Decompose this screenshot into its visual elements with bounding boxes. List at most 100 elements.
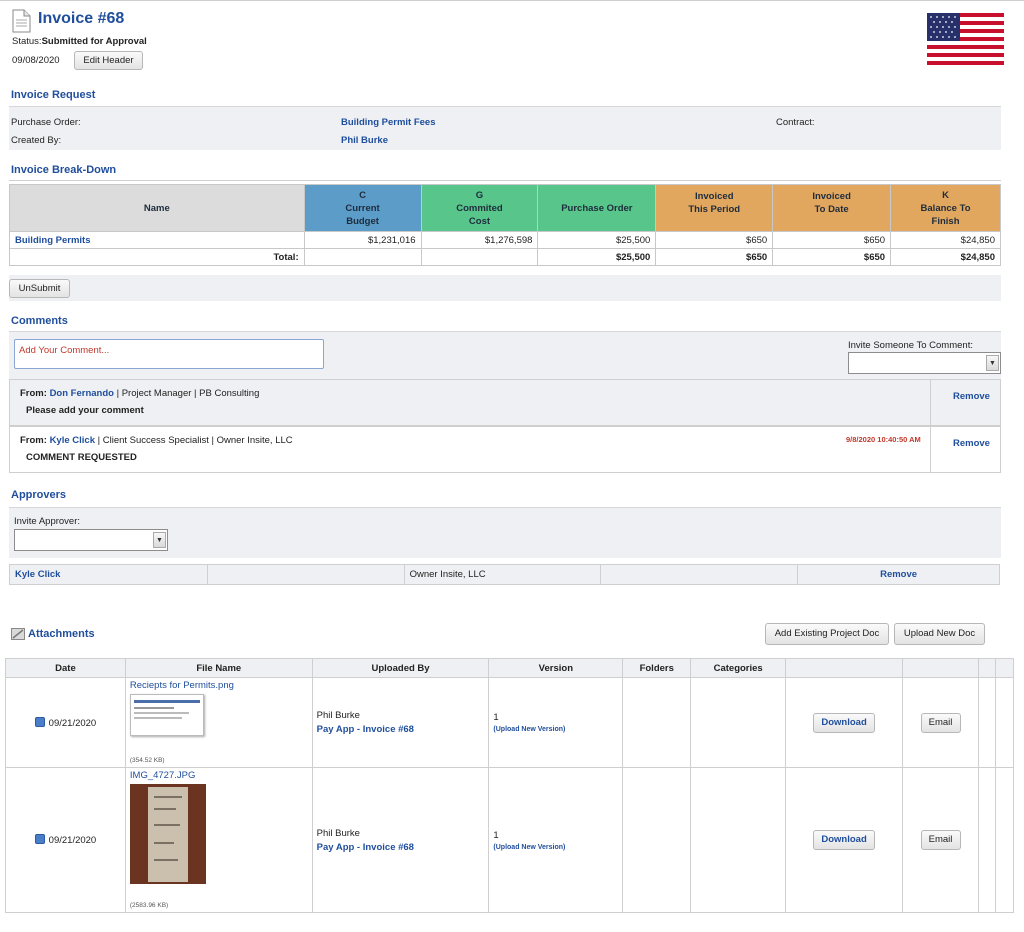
- approver-remove-link[interactable]: Remove: [880, 569, 917, 580]
- from-label: From:: [20, 435, 47, 446]
- row-name-cell: Building Permits: [9, 231, 305, 249]
- col-committed-cost: G Commited Cost: [420, 184, 539, 232]
- row-invoiced-to-date: $650: [772, 231, 892, 249]
- attachment-thumbnail[interactable]: [129, 784, 206, 884]
- comment-timestamp: 9/8/2020 10:40:50 AM: [846, 435, 921, 444]
- comment-text: COMMENT REQUESTED: [26, 452, 137, 463]
- breakdown-rule: [9, 180, 1001, 181]
- attachment-uploaded-by: Phil Burke Pay App - Invoice #68: [311, 767, 490, 913]
- document-icon: [12, 9, 31, 33]
- col-folders: Folders: [622, 658, 692, 678]
- attachment-categories: [690, 677, 787, 768]
- invoice-title: Invoice #68: [38, 10, 125, 27]
- approver-company: Owner Insite, LLC: [403, 564, 602, 585]
- file-type-icon: [34, 716, 45, 727]
- pay-app-link[interactable]: Pay App - Invoice #68: [317, 842, 488, 853]
- col-itd-line2: To Date: [814, 204, 849, 215]
- comment-item: From: Kyle Click | Client Success Specia…: [9, 426, 1001, 473]
- row-balance-to-finish: $24,850: [890, 231, 1001, 249]
- col-c-line2: Budget: [346, 215, 379, 227]
- attachment-file-link[interactable]: Reciepts for Permits.png: [130, 680, 234, 691]
- building-permits-link[interactable]: Building Permits: [15, 235, 90, 246]
- attachment-empty: [994, 767, 1015, 913]
- attachment-email-cell: Email: [902, 767, 979, 913]
- created-by-link[interactable]: Phil Burke: [341, 135, 388, 146]
- breakdown-header-row: Name C Current Budget G Commited Cost Pu…: [9, 184, 1001, 232]
- approvers-table: Kyle Click Owner Insite, LLC Remove: [9, 564, 1000, 585]
- col-date: Date: [5, 658, 126, 678]
- attachment-uploaded-by: Phil Burke Pay App - Invoice #68: [311, 677, 490, 768]
- add-existing-doc-button[interactable]: Add Existing Project Doc: [765, 623, 889, 645]
- attachment-empty: [977, 767, 996, 913]
- top-border: [0, 0, 1024, 1]
- pay-app-link[interactable]: Pay App - Invoice #68: [317, 724, 488, 735]
- attachments-heading: Attachments: [28, 628, 95, 640]
- attachment-row: 09/21/2020 IMG_4727.JPG (2583.96 KB) Phi…: [5, 767, 1015, 913]
- unsubmit-button[interactable]: UnSubmit: [9, 279, 70, 298]
- attachment-version-cell: 1 (Upload New Version): [488, 677, 624, 768]
- col-empty: [785, 658, 904, 678]
- invite-approver-label: Invite Approver:: [14, 516, 81, 527]
- approver-name-link[interactable]: Kyle Click: [15, 569, 60, 580]
- comments-heading: Comments: [11, 315, 68, 327]
- breakdown-table: Name C Current Budget G Commited Cost Pu…: [9, 184, 1001, 266]
- attachments-header-row: Date File Name Uploaded By Version Folde…: [5, 658, 1015, 678]
- attachment-file-link[interactable]: IMG_4727.JPG: [130, 770, 195, 781]
- invite-approver-select[interactable]: ▼: [14, 529, 168, 551]
- col-current-budget: C Current Budget: [303, 184, 422, 232]
- upload-new-version-link[interactable]: (Upload New Version): [493, 726, 621, 733]
- col-empty: [994, 658, 1015, 678]
- po-link[interactable]: Building Permit Fees: [341, 117, 436, 128]
- created-by-label: Created By:: [11, 135, 62, 146]
- attachment-folders: [622, 677, 692, 768]
- invoice-date: 09/08/2020: [12, 55, 60, 66]
- invite-commenter-select[interactable]: ▼: [848, 352, 1001, 374]
- attachment-categories: [690, 767, 787, 913]
- total-invoiced-to-date: $650: [772, 248, 892, 266]
- download-button[interactable]: Download: [813, 830, 876, 850]
- total-label: Total:: [9, 248, 305, 266]
- col-categories: Categories: [690, 658, 787, 678]
- breakdown-total-row: Total: $25,500 $650 $650 $24,850: [9, 248, 1001, 266]
- upload-new-doc-button[interactable]: Upload New Doc: [894, 623, 985, 645]
- col-name: Name: [9, 184, 305, 232]
- upload-new-version-link[interactable]: (Upload New Version): [493, 844, 621, 851]
- attachment-email-cell: Email: [902, 677, 979, 768]
- row-current-budget: $1,231,016: [303, 231, 422, 249]
- attachment-row: 09/21/2020 Reciepts for Permits.png (354…: [5, 677, 1015, 768]
- attachment-file-cell: Reciepts for Permits.png (354.52 KB): [124, 677, 313, 768]
- download-button[interactable]: Download: [813, 712, 876, 733]
- approver-row: Kyle Click Owner Insite, LLC Remove: [9, 564, 1000, 585]
- chevron-down-icon: ▼: [153, 532, 166, 548]
- receipt-line: [153, 859, 178, 861]
- col-c-letter: C: [359, 189, 366, 201]
- status-value: Submitted for Approval: [41, 36, 147, 47]
- thumb-line: [133, 707, 174, 709]
- comment-divider: [930, 427, 931, 472]
- attachment-date-cell: 09/21/2020: [5, 677, 126, 768]
- total-purchase-order: $25,500: [537, 248, 657, 266]
- attachment-date: 09/21/2020: [48, 835, 97, 846]
- comment-author-link[interactable]: Don Fernando: [50, 388, 114, 399]
- receipt-paper: [147, 787, 188, 882]
- contract-label: Contract:: [776, 117, 815, 128]
- comment-input[interactable]: Add Your Comment...: [14, 339, 324, 369]
- comment-author-link[interactable]: Kyle Click: [50, 435, 95, 446]
- comment-remove-link[interactable]: Remove: [953, 391, 990, 402]
- email-button[interactable]: Email: [920, 712, 961, 733]
- col-c-line1: Current: [345, 202, 380, 214]
- col-balance-to-finish: K Balance To Finish: [890, 184, 1001, 232]
- edit-header-button[interactable]: Edit Header: [74, 51, 143, 70]
- comment-from: From: Kyle Click | Client Success Specia…: [20, 435, 293, 446]
- attachment-download-cell: Download: [785, 677, 904, 768]
- thumb-line: [133, 717, 182, 719]
- thumb-line: [133, 712, 189, 714]
- receipt-line: [153, 796, 182, 798]
- invite-commenter-label: Invite Someone To Comment:: [848, 340, 973, 351]
- total-committed-cost: [420, 248, 539, 266]
- attachment-thumbnail[interactable]: [129, 694, 204, 736]
- col-k-line1: Balance To: [920, 202, 971, 214]
- col-g-letter: G: [475, 189, 484, 201]
- comment-remove-link[interactable]: Remove: [953, 438, 990, 449]
- email-button[interactable]: Email: [920, 830, 961, 850]
